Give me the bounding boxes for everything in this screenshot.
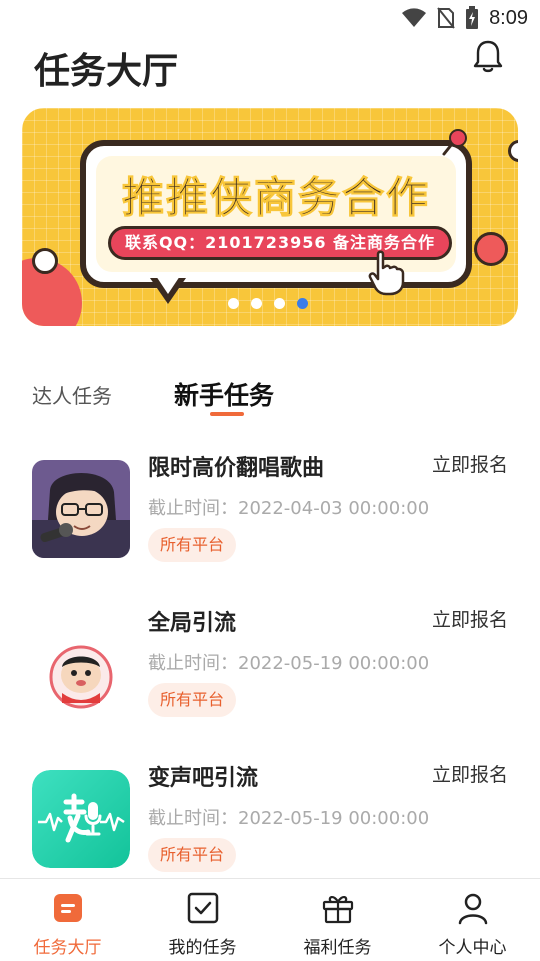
nav-label: 任务大厅 [33,938,102,958]
task-item[interactable]: 限时高价翻唱歌曲 立即报名 截止时间：2022-04-03 00:00:00 所… [0,450,540,580]
platform-badge: 所有平台 [148,528,237,562]
task-tabs: 达人任务 新手任务 [0,370,540,420]
carousel-dot[interactable] [228,298,239,309]
nav-item-my-tasks[interactable]: 我的任务 [135,879,270,961]
checkbox-icon [187,892,218,924]
task-deadline: 截止时间：2022-05-19 00:00:00 [148,653,430,674]
pushpin-icon [442,129,467,156]
pointing-hand-icon [368,250,405,296]
signup-button[interactable]: 立即报名 [432,605,508,632]
tab-expert-tasks[interactable]: 达人任务 [32,380,112,409]
speech-bubble-tail-inner [156,276,180,294]
active-tab-indicator [210,412,244,416]
carousel-dot[interactable] [251,298,262,309]
task-thumbnail [32,460,130,558]
task-hall-icon [53,894,82,922]
battery-charging-icon [466,6,479,29]
tab-newbie-tasks[interactable]: 新手任务 [174,376,274,412]
bottom-nav: 任务大厅 我的任务 福利任务 个人中心 [0,878,540,961]
nav-item-task-hall[interactable]: 任务大厅 [0,879,135,961]
task-deadline: 截止时间：2022-04-03 00:00:00 [148,498,430,519]
task-thumbnail [32,615,130,713]
platform-badge: 所有平台 [148,683,237,717]
person-icon [458,893,487,925]
task-thumbnail [32,770,130,868]
page-title: 任务大厅 [34,51,179,92]
wifi-icon [402,8,427,27]
nav-label: 个人中心 [438,938,507,958]
banner-headline: 推推侠商务合作 [121,173,430,223]
nav-item-welfare-tasks[interactable]: 福利任务 [270,879,405,961]
decor-circle [508,140,518,162]
platform-badge: 所有平台 [148,838,237,872]
signup-button[interactable]: 立即报名 [432,760,508,787]
task-deadline: 截止时间：2022-05-19 00:00:00 [148,808,430,829]
carousel-dot[interactable] [274,298,285,309]
carousel-dot-active[interactable] [297,298,308,309]
task-title: 全局引流 [148,611,237,636]
signup-button[interactable]: 立即报名 [432,450,508,477]
gift-icon [322,896,353,924]
header: 任务大厅 [0,36,540,96]
carousel-dots [228,298,308,309]
bell-icon[interactable] [470,38,506,74]
promo-banner[interactable]: 推推侠商务合作 联系QQ：2101723956 备注商务合作 [22,108,518,326]
status-bar: 8:09 [0,0,540,36]
task-title: 变声吧引流 [148,766,259,791]
no-sim-icon [437,7,455,29]
task-title: 限时高价翻唱歌曲 [148,456,325,481]
nav-label: 我的任务 [168,938,237,958]
nav-item-profile[interactable]: 个人中心 [405,879,540,961]
task-item[interactable]: 变声吧引流 立即报名 截止时间：2022-05-19 00:00:00 所有平台 [0,760,540,890]
task-item[interactable]: 全局引流 立即报名 截止时间：2022-05-19 00:00:00 所有平台 [0,605,540,735]
decor-circle [32,248,58,274]
decor-circle [474,232,508,266]
status-time: 8:09 [489,6,528,29]
status-icons: 8:09 [401,6,528,30]
nav-label: 福利任务 [303,938,372,958]
